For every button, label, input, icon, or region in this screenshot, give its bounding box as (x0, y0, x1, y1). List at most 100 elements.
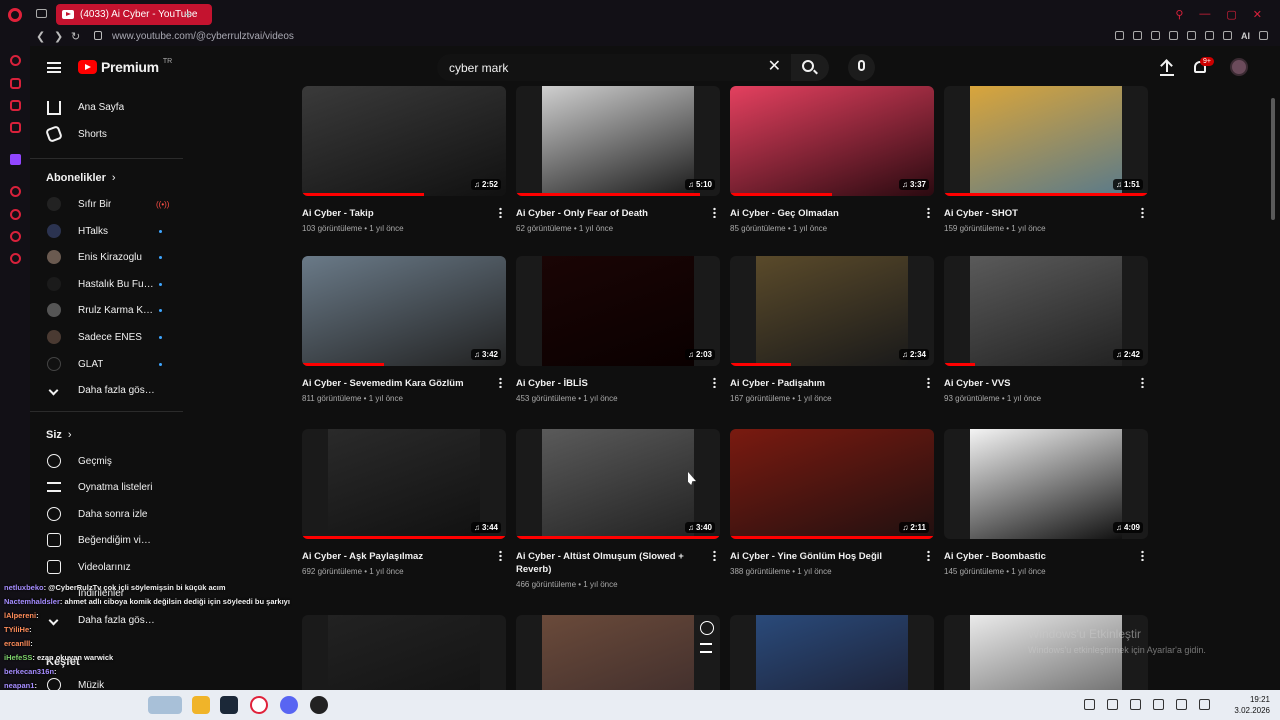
ai-button[interactable]: AI (1241, 31, 1250, 41)
video-title[interactable]: Ai Cyber - Altüst Olmuşum (Slowed + Reve… (516, 550, 698, 576)
sidebar-item-channel[interactable]: Enis Kirazoglu (30, 244, 183, 270)
instagram-icon[interactable] (10, 122, 21, 133)
video-title[interactable]: Ai Cyber - Only Fear of Death (516, 207, 698, 220)
video-card[interactable]: ♫ 2:03 Ai Cyber - İBLİS 453 görüntüleme • 1… (516, 256, 720, 403)
taskbar-clock[interactable]: 19:21 3.02.2026 (1234, 694, 1270, 716)
video-card[interactable]: ♫ 3:37 Ai Cyber - Geç Olmadan 85 görüntülem… (730, 86, 934, 233)
tray-network-icon[interactable] (1130, 699, 1141, 710)
player-icon[interactable] (10, 186, 21, 197)
search-button[interactable] (791, 54, 829, 81)
download-icon[interactable] (1223, 31, 1232, 40)
history-icon[interactable] (10, 209, 21, 220)
aria-icon[interactable] (10, 55, 21, 66)
video-card[interactable]: ♫ 3:42 Ai Cyber - Sevemedim Kara Gözlüm 811… (302, 256, 506, 403)
video-card[interactable]: ♫ 2:52 Ai Cyber - Takip 103 görüntüleme • 1… (302, 86, 506, 233)
video-thumbnail[interactable]: ♫ 2:34 (730, 256, 934, 366)
tray-chevron-icon[interactable] (1084, 699, 1095, 710)
video-thumbnail[interactable]: ♫ 5:10 (516, 86, 720, 196)
sidebar-item-channel[interactable]: Hastalık Bu Futbol (30, 271, 183, 297)
close-button[interactable]: ✕ (1253, 8, 1262, 21)
more-options-icon[interactable] (927, 207, 930, 218)
show-more-button[interactable]: Daha fazla göster (30, 377, 183, 403)
clear-search-icon[interactable]: ✕ (768, 59, 781, 75)
video-card[interactable] (730, 615, 934, 690)
video-title[interactable]: Ai Cyber - Padişahım (730, 377, 912, 390)
video-title[interactable]: Ai Cyber - Sevemedim Kara Gözlüm (302, 377, 484, 390)
video-title[interactable]: Ai Cyber - Boombastic (944, 550, 1126, 563)
youtube-logo[interactable]: Premium TR (78, 58, 172, 75)
video-card[interactable]: ♫ 3:40 Ai Cyber - Altüst Olmuşum (Slowed +… (516, 429, 720, 589)
video-thumbnail[interactable]: ♫ 4:09 (944, 429, 1148, 539)
video-card[interactable]: ♫ 5:10 Ai Cyber - Only Fear of Death 62 gör… (516, 86, 720, 233)
video-title[interactable]: Ai Cyber - VVS (944, 377, 1126, 390)
video-title[interactable]: Ai Cyber - Yine Gönlüm Hoş Değil (730, 550, 912, 563)
video-title[interactable]: Ai Cyber - Takip (302, 207, 484, 220)
video-thumbnail[interactable]: ♫ 2:52 (302, 86, 506, 196)
maximize-button[interactable]: ▢ (1226, 8, 1236, 21)
more-options-icon[interactable] (713, 550, 716, 561)
tray-mic-icon[interactable] (1153, 699, 1164, 710)
sidebar-item-channel[interactable]: Sadece ENES (30, 324, 183, 350)
video-thumbnail[interactable] (730, 615, 934, 690)
video-card[interactable] (302, 615, 506, 690)
voice-search-button[interactable] (848, 54, 875, 81)
tab-islands-icon[interactable] (36, 9, 47, 18)
heart-icon[interactable] (1187, 31, 1196, 40)
more-options-icon[interactable] (1141, 207, 1144, 218)
create-upload-icon[interactable] (1160, 60, 1174, 76)
subscriptions-header[interactable]: Abonelikler › (46, 172, 116, 184)
add-to-queue-icon[interactable] (700, 643, 712, 653)
sidebar-item-channel[interactable]: HTalks (30, 218, 183, 244)
avatar[interactable] (1230, 58, 1248, 76)
steam-icon[interactable] (220, 696, 238, 714)
video-thumbnail[interactable] (302, 615, 506, 690)
opera-icon[interactable] (250, 696, 268, 714)
bookmarks-icon[interactable] (10, 231, 21, 242)
search-input[interactable] (449, 60, 769, 75)
search-tabs-icon[interactable]: ⚲ (1175, 8, 1183, 21)
video-card[interactable]: ♫ 4:09 Ai Cyber - Boombastic 145 görüntülem… (944, 429, 1148, 576)
tray-speaker-icon[interactable] (1176, 699, 1187, 710)
video-card[interactable]: ♫ 2:11 Ai Cyber - Yine Gönlüm Hoş Değil 388… (730, 429, 934, 576)
more-options-icon[interactable] (713, 207, 716, 218)
lock-icon[interactable] (94, 31, 102, 40)
video-thumbnail[interactable]: ♫ 3:37 (730, 86, 934, 196)
adblock-icon[interactable] (1151, 31, 1160, 40)
sidebar-item-channel[interactable]: Sıfır Bir ((•)) (30, 191, 183, 217)
video-card[interactable]: ♫ 1:51 Ai Cyber - SHOT 159 görüntüleme • 1 … (944, 86, 1148, 233)
more-options-icon[interactable] (713, 377, 716, 388)
new-tab-button[interactable]: + (184, 6, 192, 22)
video-thumbnail[interactable]: ♫ 2:03 (516, 256, 720, 366)
snapshot-icon[interactable] (1133, 31, 1142, 40)
app-icon[interactable] (310, 696, 328, 714)
whatsapp-icon[interactable] (10, 100, 21, 111)
send-icon[interactable] (1169, 31, 1178, 40)
guide-item-shorts[interactable]: Shorts (30, 121, 183, 147)
messenger-icon[interactable] (10, 78, 21, 89)
more-options-icon[interactable] (499, 377, 502, 388)
video-card[interactable]: ♫ 2:34 Ai Cyber - Padişahım 167 görüntüleme… (730, 256, 934, 403)
minimize-button[interactable]: — (1199, 8, 1210, 21)
menu-icon[interactable] (1259, 31, 1268, 40)
twitch-icon[interactable] (10, 154, 21, 165)
video-thumbnail[interactable]: ♫ 3:44 (302, 429, 506, 539)
watch-later-icon[interactable] (700, 621, 714, 635)
file-explorer-icon[interactable] (192, 696, 210, 714)
sidebar-item-channel[interactable]: Rrulz Karma Kan... (30, 297, 183, 323)
video-thumbnail[interactable] (516, 615, 720, 690)
tray-battery-icon[interactable] (1199, 699, 1210, 710)
task-view-icon[interactable] (148, 696, 182, 714)
video-thumbnail[interactable]: ♫ 3:42 (302, 256, 506, 366)
opera-logo-icon[interactable] (8, 8, 22, 22)
video-title[interactable]: Ai Cyber - Aşk Paylaşılmaz (302, 550, 484, 563)
video-title[interactable]: Ai Cyber - İBLİS (516, 377, 698, 390)
scrollbar-thumb[interactable] (1271, 98, 1275, 220)
more-options-icon[interactable] (499, 207, 502, 218)
sidebar-item-your-videos[interactable]: Videolarınız (30, 554, 183, 580)
video-thumbnail[interactable]: ♫ 1:51 (944, 86, 1148, 196)
hamburger-icon[interactable] (47, 62, 61, 73)
video-card[interactable]: ♫ 3:44 Ai Cyber - Aşk Paylaşılmaz 692 görün… (302, 429, 506, 576)
sidebar-item-channel[interactable]: GLAT (30, 351, 183, 377)
discord-icon[interactable] (280, 696, 298, 714)
more-options-icon[interactable] (499, 550, 502, 561)
